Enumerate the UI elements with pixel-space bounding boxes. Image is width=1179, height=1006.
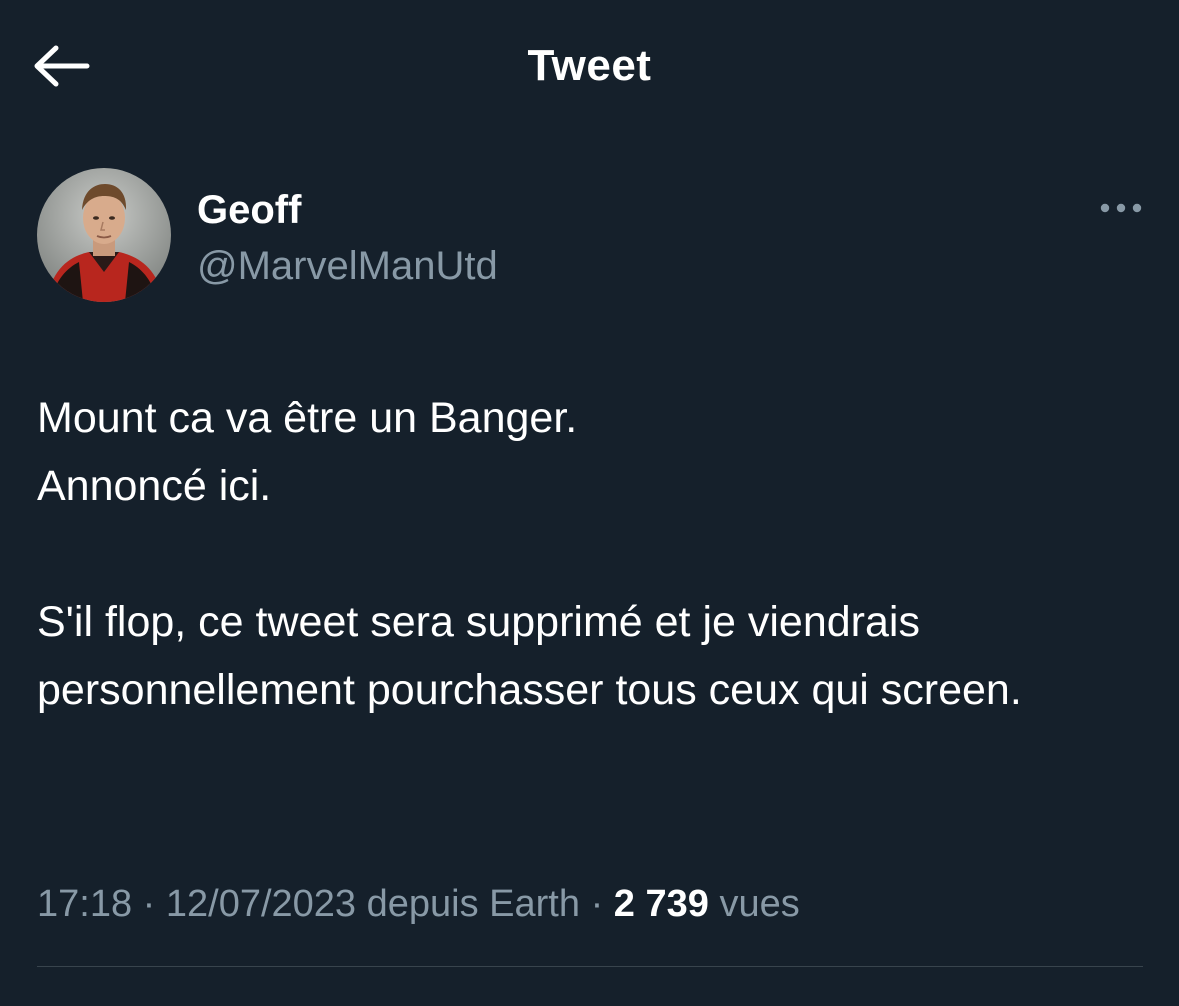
meta-separator: · [590, 883, 604, 925]
divider [37, 966, 1143, 967]
views-label: vues [719, 883, 800, 925]
tweet-text: Mount ca va être un Banger. Annoncé ici.… [37, 384, 1147, 724]
tweet-line: S'il flop, ce tweet sera supprimé et je … [37, 598, 1022, 714]
more-options-button[interactable] [1083, 190, 1143, 226]
tweet-line: Annoncé ici. [37, 462, 272, 510]
top-bar: Tweet [0, 0, 1179, 135]
page-title: Tweet [527, 41, 652, 90]
author-display-name[interactable]: Geoff [197, 186, 301, 234]
more-horizontal-icon [1100, 203, 1142, 213]
tweet-source: depuis Earth [366, 883, 580, 925]
avatar-image [37, 168, 171, 302]
avatar[interactable] [37, 168, 171, 302]
tweet-date[interactable]: 12/07/2023 [166, 883, 356, 925]
meta-separator: · [142, 883, 156, 925]
tweet-metadata: 17:18 · 12/07/2023 depuis Earth · 2 739 … [37, 876, 1147, 932]
author-handle[interactable]: @MarvelManUtd [197, 242, 498, 290]
views-count[interactable]: 2 739 [614, 883, 709, 925]
tweet-time[interactable]: 17:18 [37, 883, 132, 925]
tweet-author: Geoff @MarvelManUtd [37, 168, 1143, 304]
tweet-line: Mount ca va être un Banger. [37, 394, 578, 442]
